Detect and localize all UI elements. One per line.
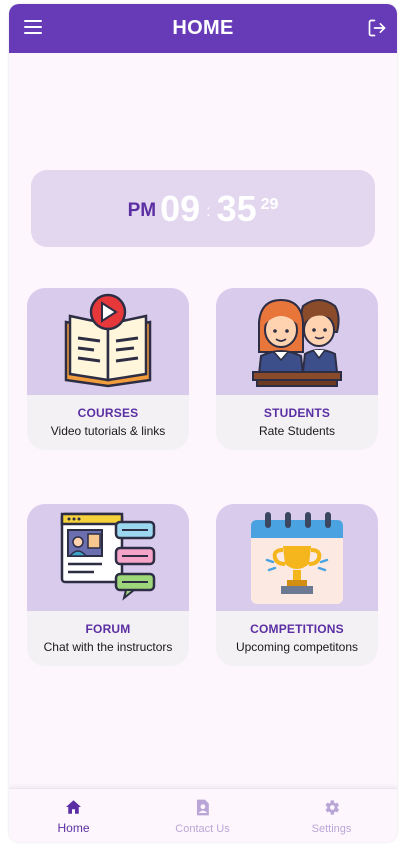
chat-forum-icon <box>60 512 156 601</box>
clock-separator: : <box>206 202 211 220</box>
forum-title: FORUM <box>85 622 131 636</box>
nav-label-home: Home <box>57 821 90 835</box>
nav-item-settings[interactable]: Settings <box>267 789 396 842</box>
competitions-card[interactable]: COMPETITIONS Upcoming competitons <box>216 504 378 666</box>
nav-label-settings: Settings <box>311 823 352 835</box>
nav-item-contact-us[interactable]: Contact Us <box>138 789 267 842</box>
competitions-image <box>216 504 378 611</box>
logout-icon[interactable] <box>367 18 387 38</box>
nav-label-contact-us: Contact Us <box>175 823 230 835</box>
clock-ampm: PM <box>127 199 157 221</box>
courses-subtitle: Video tutorials & links <box>50 424 166 438</box>
forum-card[interactable]: FORUM Chat with the instructors <box>27 504 189 666</box>
students-title: STUDENTS <box>263 406 331 420</box>
trophy-calendar-icon <box>251 511 343 604</box>
phone-screen: HOME PM 09 : 35 29 COURSES Video tutoria… <box>9 4 397 842</box>
book-play-icon <box>64 293 152 387</box>
clock-display: PM 09 : 35 29 <box>31 170 375 247</box>
clock-second: 29 <box>260 195 279 213</box>
menu-icon[interactable] <box>24 20 42 34</box>
courses-title: COURSES <box>77 406 139 420</box>
clock-minute: 35 <box>216 187 257 229</box>
forum-subtitle: Chat with the instructors <box>43 640 173 654</box>
courses-image <box>27 288 189 395</box>
contact-icon <box>196 799 209 816</box>
app-bar: HOME <box>9 4 397 53</box>
bottom-navigation: Home Contact Us Settings <box>9 788 397 842</box>
gear-icon <box>325 800 340 815</box>
nav-item-home[interactable]: Home <box>9 789 138 842</box>
students-card[interactable]: STUDENTS Rate Students <box>216 288 378 450</box>
students-subtitle: Rate Students <box>258 424 336 438</box>
page-title: HOME <box>172 17 234 39</box>
competitions-subtitle: Upcoming competitons <box>235 640 359 654</box>
home-icon <box>66 800 81 814</box>
courses-card[interactable]: COURSES Video tutorials & links <box>27 288 189 450</box>
clock-hour: 09 <box>160 187 201 229</box>
students-icon <box>252 298 342 387</box>
students-image <box>216 288 378 395</box>
competitions-title: COMPETITIONS <box>250 622 344 636</box>
forum-image <box>27 504 189 611</box>
